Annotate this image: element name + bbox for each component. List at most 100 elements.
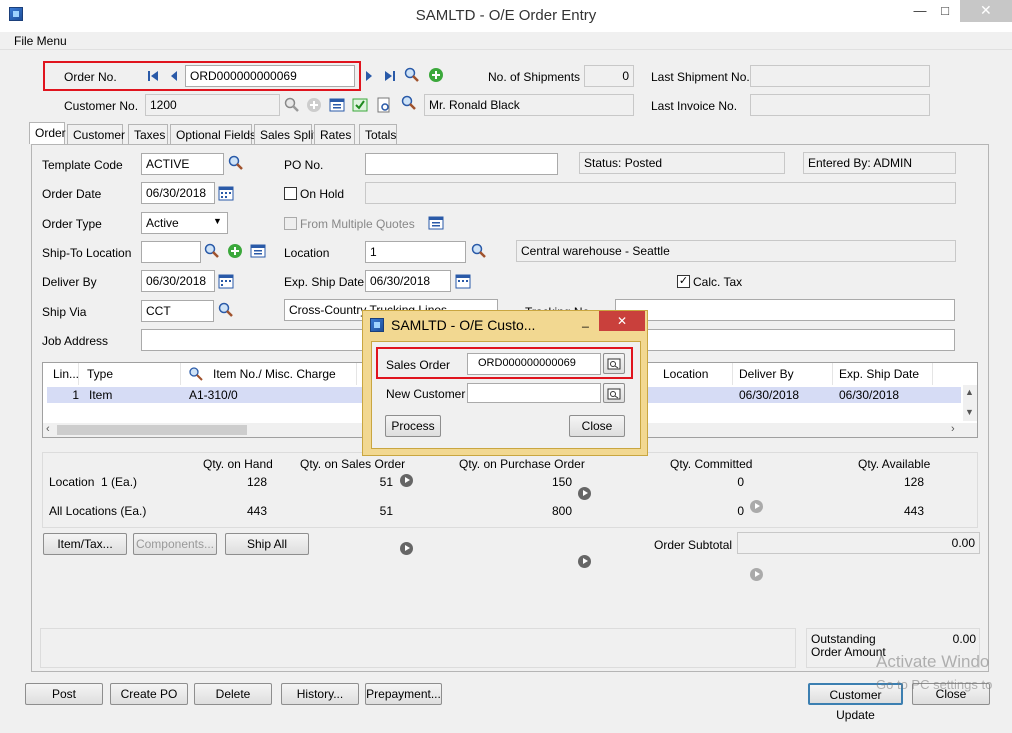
location-finder-icon[interactable] — [471, 243, 487, 259]
row-type: Item — [89, 388, 113, 402]
tab-totals[interactable]: Totals — [359, 124, 397, 144]
col-location[interactable]: Location — [657, 363, 733, 385]
location-input[interactable]: 1 — [365, 241, 466, 263]
drilldown-icon[interactable] — [400, 474, 413, 487]
customer-name: Mr. Ronald Black — [424, 94, 634, 116]
col-item-no[interactable]: Item No./ Misc. Charge — [207, 363, 357, 385]
drilldown-icon[interactable] — [578, 555, 591, 568]
components-button[interactable]: Components... — [133, 533, 217, 555]
exp-ship-input[interactable]: 06/30/2018 — [365, 270, 451, 292]
new-customer-finder-button[interactable] — [603, 383, 625, 403]
status-field: Status: Posted — [579, 152, 785, 174]
ship-via-finder-icon[interactable] — [218, 302, 234, 318]
drilldown-icon[interactable] — [400, 542, 413, 555]
add-customer-icon[interactable] — [306, 97, 322, 113]
shipments-label: No. of Shipments — [488, 70, 581, 84]
location-on-hand: 128 — [246, 475, 267, 489]
customer-info-icon[interactable] — [329, 97, 345, 113]
template-code-input[interactable]: ACTIVE — [141, 153, 224, 175]
qty-on-hand-header: Qty. on Hand — [203, 457, 273, 471]
scroll-down-icon[interactable]: ▼ — [965, 407, 974, 417]
tab-sales-split[interactable]: Sales Split — [254, 124, 317, 144]
item-tax-button[interactable]: Item/Tax... — [43, 533, 127, 555]
activation-watermark-title: Activate Windo — [876, 652, 990, 671]
tab-order[interactable]: Order — [29, 122, 66, 144]
scroll-thumb[interactable] — [57, 425, 247, 435]
add-ship-to-icon[interactable] — [227, 243, 243, 259]
order-amount-label: Order Amount — [811, 645, 886, 659]
delete-button[interactable]: Delete — [194, 683, 272, 705]
location-label: Location — [284, 246, 330, 260]
multiple-quotes-checkbox[interactable] — [284, 217, 297, 230]
shipments-value: 0 — [584, 65, 634, 87]
sales-order-input[interactable]: ORD000000000069 — [467, 353, 601, 375]
col-line[interactable]: Lin... — [47, 363, 79, 385]
last-invoice-label: Last Invoice No. — [651, 99, 738, 113]
create-po-button[interactable]: Create PO — [110, 683, 188, 705]
calc-tax-checkbox[interactable]: ✓ — [677, 275, 690, 288]
customer-no-field[interactable]: 1200 — [145, 94, 280, 116]
customer-finder-icon[interactable] — [284, 97, 300, 113]
previous-record-icon[interactable] — [166, 68, 182, 84]
exp-ship-calendar-icon[interactable] — [455, 273, 471, 289]
order-no-input[interactable]: ORD000000000069 — [185, 65, 355, 87]
tab-taxes[interactable]: Taxes — [128, 124, 168, 144]
last-record-icon[interactable] — [382, 68, 398, 84]
ship-via-input[interactable]: CCT — [141, 300, 214, 322]
drilldown-icon[interactable] — [750, 500, 763, 513]
exp-ship-label: Exp. Ship Date — [284, 275, 365, 289]
scroll-up-icon[interactable]: ▲ — [965, 387, 974, 397]
sales-order-label: Sales Order — [386, 358, 451, 372]
ship-to-finder-icon[interactable] — [204, 243, 220, 259]
tracking-input[interactable] — [615, 299, 955, 321]
new-order-icon[interactable] — [428, 67, 444, 83]
deliver-calendar-icon[interactable] — [218, 273, 234, 289]
quotes-info-icon[interactable] — [428, 215, 444, 231]
maximize-button[interactable]: □ — [932, 0, 958, 22]
customer-search-icon[interactable] — [401, 95, 417, 111]
new-customer-input[interactable] — [467, 383, 601, 403]
scroll-left-icon[interactable]: ‹ — [46, 423, 50, 435]
process-button[interactable]: Process — [385, 415, 441, 437]
check-credit-icon[interactable] — [352, 97, 368, 113]
item-finder-icon[interactable] — [188, 366, 204, 382]
window-title: SAMLTD - O/E Order Entry — [415, 7, 597, 24]
col-exp-ship[interactable]: Exp. Ship Date — [833, 363, 933, 385]
customer-document-icon[interactable] — [376, 97, 392, 113]
drilldown-icon[interactable] — [578, 487, 591, 500]
qty-on-po-header: Qty. on Purchase Order — [459, 457, 585, 471]
po-no-input[interactable] — [365, 153, 558, 175]
next-record-icon[interactable] — [361, 68, 377, 84]
minimize-button[interactable]: — — [908, 0, 932, 22]
dialog-minimize-button[interactable]: _ — [573, 314, 598, 328]
job-address-label: Job Address — [42, 334, 109, 348]
file-menu[interactable]: File Menu — [14, 34, 67, 48]
ship-to-input[interactable] — [141, 241, 201, 263]
row-item: A1-310/0 — [189, 388, 238, 402]
first-record-icon[interactable] — [145, 68, 161, 84]
tab-optional-fields[interactable]: Optional Fields — [170, 124, 256, 144]
dialog-close-button[interactable]: Close — [569, 415, 625, 437]
tab-rates[interactable]: Rates — [314, 124, 355, 144]
col-type[interactable]: Type — [81, 363, 181, 385]
prepayment-button[interactable]: Prepayment... — [365, 683, 442, 705]
dialog-close-icon[interactable]: ✕ — [599, 311, 645, 331]
finder-icon[interactable] — [404, 67, 420, 83]
scroll-right-icon[interactable]: › — [951, 423, 955, 435]
order-date-input[interactable]: 06/30/2018 — [141, 182, 215, 204]
post-button[interactable]: Post — [25, 683, 103, 705]
sales-order-finder-button[interactable] — [603, 353, 625, 374]
ship-all-button[interactable]: Ship All — [225, 533, 309, 555]
deliver-by-input[interactable]: 06/30/2018 — [141, 270, 215, 292]
tab-customer[interactable]: Customer — [67, 124, 125, 144]
calendar-icon[interactable] — [218, 185, 234, 201]
on-hold-reason — [365, 182, 956, 204]
template-finder-icon[interactable] — [228, 155, 244, 171]
po-no-label: PO No. — [284, 158, 324, 172]
calc-tax-label: Calc. Tax — [693, 275, 743, 289]
col-deliver-by[interactable]: Deliver By — [733, 363, 833, 385]
on-hold-checkbox[interactable] — [284, 187, 297, 200]
ship-to-info-icon[interactable] — [250, 243, 266, 259]
drilldown-icon[interactable] — [750, 568, 763, 581]
history-button[interactable]: History... — [281, 683, 359, 705]
